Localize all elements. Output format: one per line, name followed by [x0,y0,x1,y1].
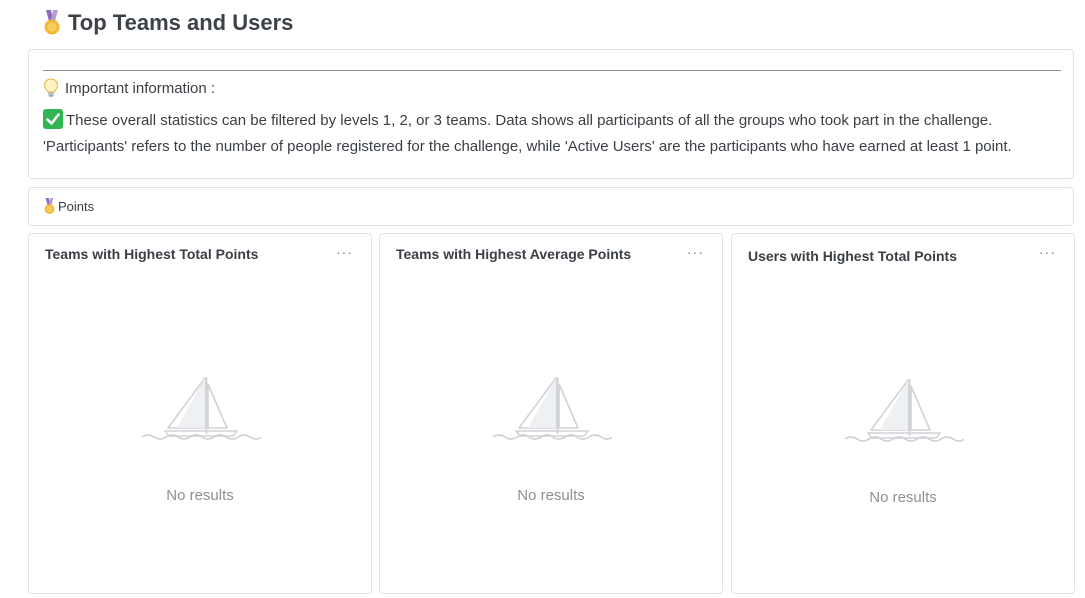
lightbulb-icon [43,78,59,98]
panel-users-highest-total-points: Users with Highest Total Points ··· No r… [731,233,1075,594]
page-title-text: Top Teams and Users [68,10,294,35]
medal-icon [42,10,62,36]
panel-title: Users with Highest Total Points [748,248,957,264]
info-line-2: 'Participants' refers to the number of p… [43,138,1012,155]
info-card: Important information : These overall st… [28,49,1074,179]
panel-teams-highest-total-points: Teams with Highest Total Points ··· No r… [28,233,372,594]
medal-icon [43,198,56,215]
more-options-icon[interactable]: ··· [336,244,353,260]
sailboat-icon [844,379,964,442]
empty-state-text: No results [166,487,234,504]
sailboat-icon [492,377,612,440]
empty-state-text: No results [869,489,937,506]
panel-title: Teams with Highest Average Points [396,246,632,262]
more-options-icon[interactable]: ··· [687,244,704,260]
info-heading-text: Important information : [65,79,216,97]
panel-title: Teams with Highest Total Points [45,246,259,262]
sailboat-icon [141,377,261,440]
dashboard-page: Top Teams and Users Important informatio… [0,0,1085,598]
section-label: Points [58,199,95,214]
info-body: These overall statistics can be filtered… [43,108,1069,160]
section-header-points: Points [28,187,1074,226]
info-line-1-text: These overall statistics can be filtered… [66,112,993,129]
panel-teams-highest-average-points: Teams with Highest Average Points ··· No… [379,233,723,594]
empty-state-text: No results [517,487,585,504]
more-options-icon[interactable]: ··· [1039,244,1056,260]
info-heading: Important information : [43,78,215,98]
divider [43,70,1061,71]
page-title: Top Teams and Users [42,8,293,38]
info-line-1: These overall statistics can be filtered… [43,108,1069,134]
check-mark-icon [43,109,63,129]
